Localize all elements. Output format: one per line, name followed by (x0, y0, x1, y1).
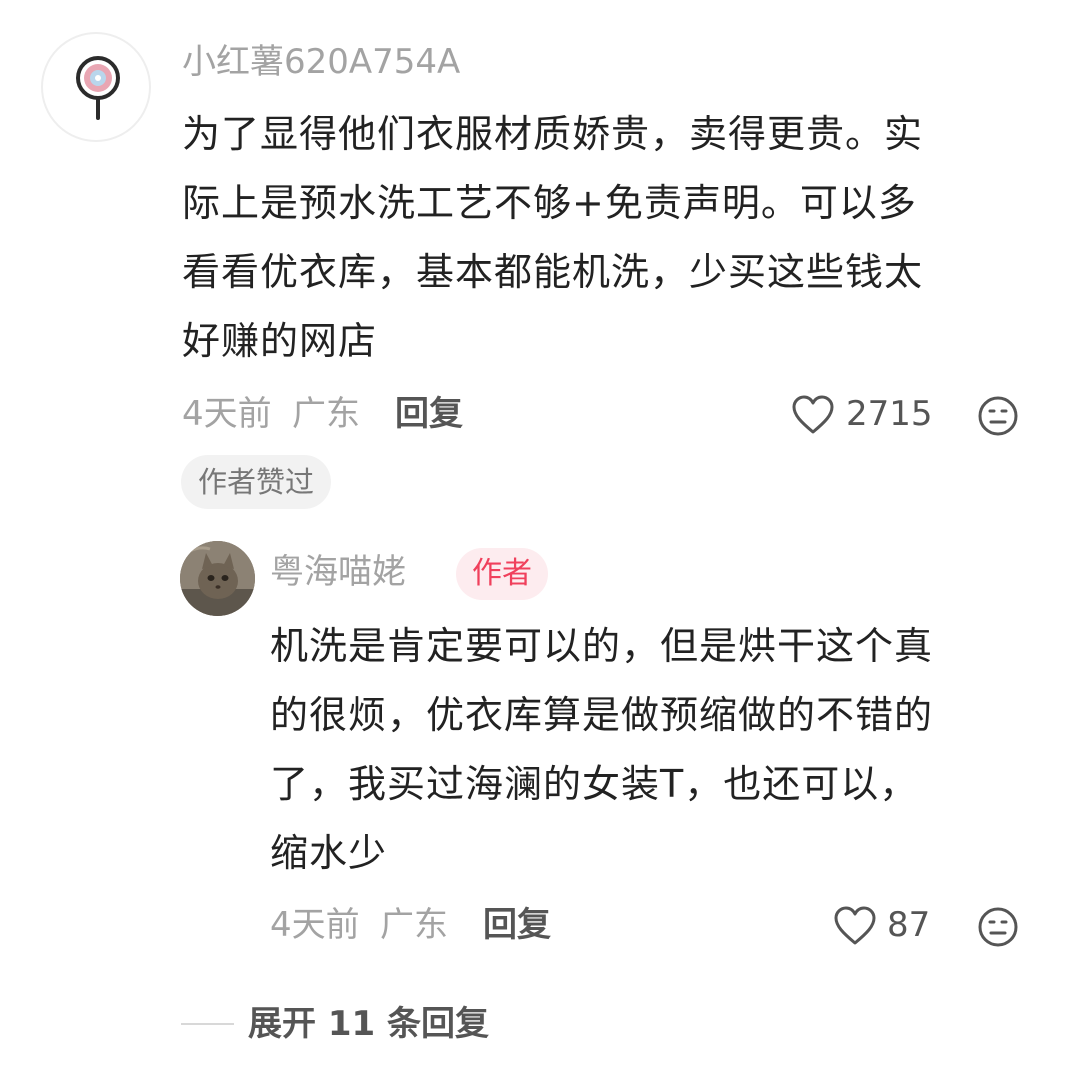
neutral-face-icon[interactable] (977, 906, 1019, 948)
author-liked-badge: 作者赞过 (181, 455, 332, 509)
lollipop-avatar-icon (76, 56, 120, 120)
comment-location: 广东 (292, 394, 360, 434)
avatar[interactable] (41, 32, 151, 142)
reply-button[interactable]: 回复 (395, 397, 463, 431)
reply-line: 机洗是肯定要可以的，但是烘干这个真 (270, 624, 934, 668)
heart-icon[interactable] (791, 394, 835, 436)
cat-avatar-icon (180, 541, 255, 616)
reply-line: 的很烦，优衣库算是做预缩做的不错的 (270, 693, 934, 737)
author-badge: 作者 (456, 548, 548, 600)
neutral-face-icon[interactable] (977, 395, 1019, 437)
reply-to-reply-button[interactable]: 回复 (483, 908, 551, 942)
comment-timestamp: 4天前 (182, 394, 272, 434)
comment-line: 好赚的网店 (182, 319, 378, 363)
comment-line: 际上是预水洗工艺不够+免责声明。可以多 (182, 181, 917, 225)
reply-line: 了，我买过海澜的女装T，也还可以， (270, 762, 919, 806)
reply-location: 广东 (380, 905, 448, 945)
like-count: 2715 (846, 394, 933, 434)
reply-timestamp: 4天前 (270, 905, 360, 945)
comment-body: 为了显得他们衣服材质娇贵，卖得更贵。实 际上是预水洗工艺不够+免责声明。可以多 … (182, 100, 923, 376)
reply-username[interactable]: 粤海喵姥 (270, 555, 406, 589)
divider (181, 1023, 234, 1025)
expand-replies-button[interactable]: 展开 11 条回复 (248, 1007, 489, 1041)
comment-line: 看看优衣库，基本都能机洗，少买这些钱太 (182, 250, 924, 294)
reply-body: 机洗是肯定要可以的，但是烘干这个真 的很烦，优衣库算是做预缩做的不错的 了，我买… (270, 612, 933, 888)
comment-username[interactable]: 小红薯620A754A (182, 45, 460, 79)
heart-icon[interactable] (833, 905, 877, 947)
comment-line: 为了显得他们衣服材质娇贵，卖得更贵。实 (182, 112, 924, 156)
reply-like-count: 87 (887, 905, 931, 945)
reply-avatar[interactable] (180, 541, 255, 616)
reply-line: 缩水少 (270, 831, 388, 875)
